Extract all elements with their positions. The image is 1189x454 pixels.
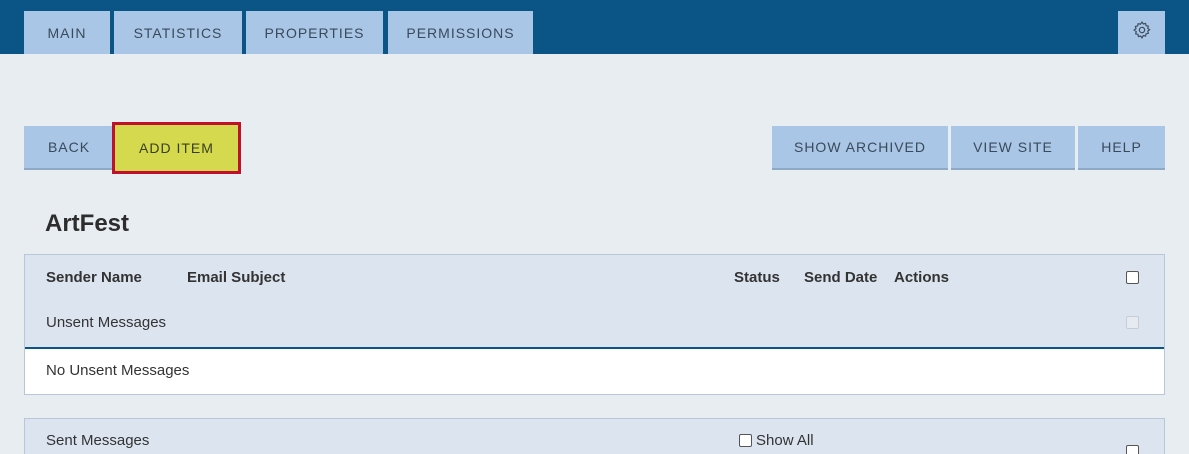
back-button[interactable]: BACK — [24, 126, 114, 170]
tab-statistics[interactable]: STATISTICS — [114, 11, 242, 54]
unsent-select-checkbox — [1126, 316, 1139, 329]
help-button[interactable]: HELP — [1078, 126, 1165, 170]
sent-messages-panel: Sent Messages Show All — [24, 418, 1165, 454]
column-header-email-subject[interactable]: Email Subject — [187, 269, 285, 286]
top-nav-bar: MAIN STATISTICS PROPERTIES PERMISSIONS — [0, 0, 1189, 54]
view-site-button[interactable]: VIEW SITE — [951, 126, 1075, 170]
sent-messages-label: Sent Messages — [46, 432, 150, 449]
unsent-messages-label: Unsent Messages — [46, 314, 167, 331]
empty-state-row: No Unsent Messages — [25, 347, 1164, 394]
show-all-checkbox[interactable] — [739, 434, 752, 447]
page-title: ArtFest — [45, 210, 130, 237]
column-header-send-date[interactable]: Send Date — [804, 269, 877, 286]
show-all-label[interactable]: Show All — [756, 432, 814, 449]
show-all-toggle[interactable]: Show All — [739, 432, 814, 449]
tab-permissions[interactable]: PERMISSIONS — [388, 11, 533, 54]
sent-select-checkbox[interactable] — [1126, 445, 1139, 454]
add-item-button[interactable]: ADD ITEM — [112, 122, 241, 174]
tab-main[interactable]: MAIN — [24, 11, 110, 54]
empty-state-text: No Unsent Messages — [46, 362, 190, 379]
column-header-actions: Actions — [894, 269, 950, 286]
unsent-messages-panel: Sender Name Email Subject Status Send Da… — [24, 254, 1165, 395]
column-header-status[interactable]: Status — [734, 269, 780, 286]
settings-button[interactable] — [1118, 11, 1165, 54]
select-all-checkbox[interactable] — [1126, 271, 1139, 284]
gear-icon — [1132, 20, 1152, 45]
tab-properties[interactable]: PROPERTIES — [246, 11, 383, 54]
column-header-sender-name[interactable]: Sender Name — [46, 269, 142, 286]
show-archived-button[interactable]: SHOW ARCHIVED — [772, 126, 948, 170]
